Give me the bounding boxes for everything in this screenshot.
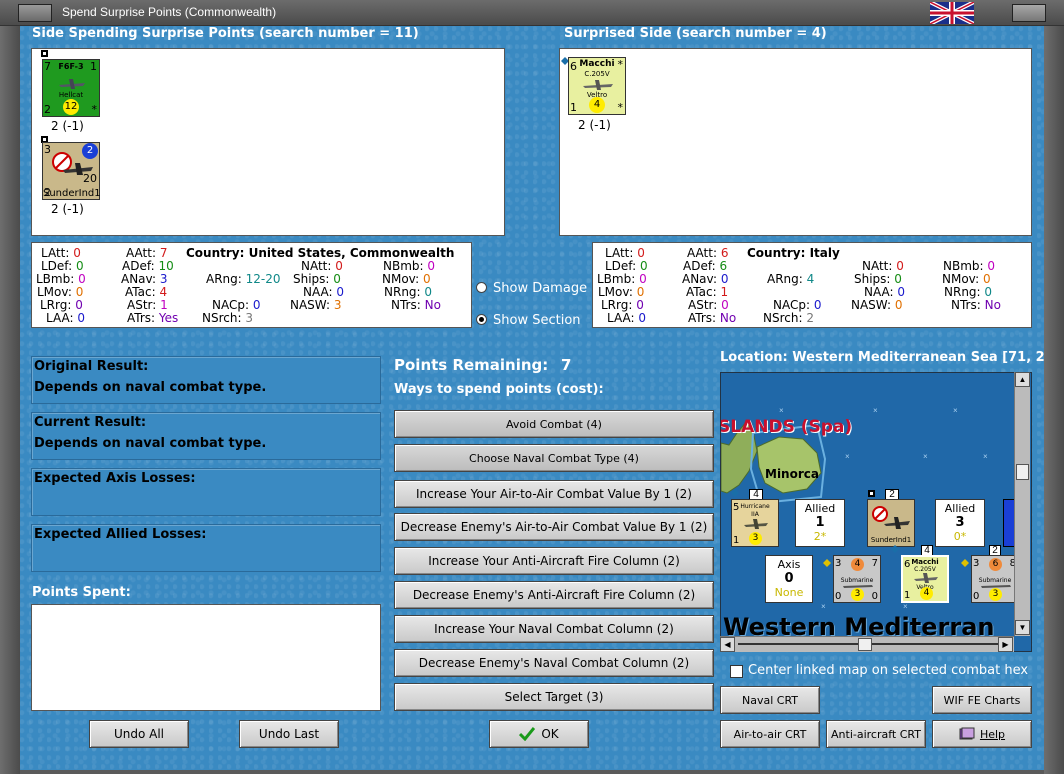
points-remaining-value: 7 — [561, 356, 572, 374]
window-title: Spend Surprise Points (Commonwealth) — [62, 5, 277, 19]
naval-crt-button[interactable]: Naval CRT — [720, 686, 820, 714]
center-map-label: Center linked map on selected combat hex — [748, 663, 1029, 678]
center-map-checkbox[interactable] — [730, 665, 743, 678]
dialog-window: Spend Surprise Points (Commonwealth) Sid… — [0, 0, 1064, 774]
unit-counter-macchi[interactable]: 6 * Macchi C.205V Veltro 1 4 * — [568, 57, 626, 115]
unit-label-hellcat: 2 (-1) — [51, 119, 84, 133]
increase-naval-combat-button[interactable]: Increase Your Naval Combat Column (2) — [394, 615, 714, 643]
points-spent-list[interactable] — [31, 604, 381, 711]
unit-marker-icon — [731, 489, 739, 497]
map-hscroll-thumb[interactable] — [858, 638, 872, 651]
select-target-button[interactable]: Select Target (3) — [394, 683, 714, 711]
radio-off-icon — [476, 282, 487, 293]
client-area: Side Spending Surprise Points (search nu… — [20, 26, 1045, 770]
allied-losses-panel: Expected Allied Losses: — [31, 524, 381, 572]
country-left: Country: United States, Commonwealth — [186, 246, 455, 260]
svg-text:×: × — [821, 602, 826, 611]
unit-marker-icon — [823, 559, 831, 567]
air-to-air-crt-button[interactable]: Air-to-air CRT — [720, 720, 820, 748]
window-frame-right — [1044, 26, 1064, 774]
svg-text:×: × — [923, 452, 928, 461]
points-spent-label: Points Spent: — [32, 585, 131, 600]
points-remaining-label: Points Remaining: — [394, 356, 549, 374]
undo-last-button[interactable]: Undo Last — [239, 720, 339, 748]
unit-marker-icon — [41, 50, 48, 57]
map-axis-box: Axis 0 None — [765, 555, 813, 603]
unit-counter-hellcat[interactable]: 7 1 F6F-3 Hellcat 2 12 * — [42, 59, 100, 117]
map-vscroll-thumb[interactable] — [1016, 464, 1029, 480]
ok-button[interactable]: OK — [489, 720, 589, 748]
map-allied-box-2: Allied 3 0* — [935, 499, 985, 547]
svg-text:×: × — [903, 602, 908, 611]
map-horizontal-scrollbar[interactable]: ◀ ▶ — [720, 636, 1014, 652]
decrease-enemy-air-to-air-button[interactable]: Decrease Enemy's Air-to-Air Combat Value… — [394, 513, 714, 541]
map-unit-submarine-1[interactable]: 3 4 7 Submarine 0 3 0 — [833, 555, 881, 603]
surprised-units-panel: 6 * Macchi C.205V Veltro 1 4 * 2 (-1) — [559, 48, 1032, 236]
map-unit-submarine-2[interactable]: 3 6 8 Submarine 0 3 — [971, 555, 1019, 603]
unit-label-macchi: 2 (-1) — [578, 118, 611, 132]
svg-text:×: × — [873, 406, 878, 415]
current-result-panel: Current Result: Depends on naval combat … — [31, 412, 381, 460]
ways-to-spend-label: Ways to spend points (cost): — [394, 382, 604, 397]
scroll-down-icon[interactable]: ▼ — [1015, 620, 1030, 635]
map-unit-macchi[interactable]: 6 Macchi C.205V Veltro 1 4 — [901, 555, 949, 603]
wif-fe-charts-button[interactable]: WIF FE Charts — [932, 686, 1032, 714]
surprised-side-header: Surprised Side (search number = 4) — [564, 26, 827, 41]
map-view[interactable]: ××× ××× ××× SLANDS (Spa) Minorca Western… — [720, 372, 1032, 652]
title-bar: Spend Surprise Points (Commonwealth) — [0, 0, 1064, 26]
anti-aircraft-crt-button[interactable]: Anti-aircraft CRT — [826, 720, 926, 748]
fighter-plane-icon — [744, 519, 768, 529]
close-button[interactable] — [1012, 4, 1046, 22]
choose-naval-combat-type-button[interactable]: Choose Naval Combat Type (4) — [394, 444, 714, 472]
decrease-enemy-anti-aircraft-button[interactable]: Decrease Enemy's Anti-Aircraft Fire Colu… — [394, 581, 714, 609]
scroll-up-icon[interactable]: ▲ — [1015, 372, 1030, 387]
spending-units-panel: 7 1 F6F-3 Hellcat 2 12 * 2 (-1) 3 2 20 2… — [31, 48, 505, 236]
window-frame-left — [0, 26, 20, 774]
unit-label-sunderland: 2 (-1) — [51, 202, 84, 216]
unit-marker-icon — [891, 545, 899, 553]
scroll-left-icon[interactable]: ◀ — [720, 637, 735, 652]
increase-air-to-air-button[interactable]: Increase Your Air-to-Air Combat Value By… — [394, 480, 714, 508]
map-unit-sunderland[interactable]: SunderInd1 — [867, 499, 915, 547]
radio-on-icon — [476, 314, 487, 325]
show-section-radio[interactable]: Show Section — [476, 313, 581, 328]
checkmark-icon — [519, 727, 536, 741]
map-islands-label: SLANDS (Spa) — [720, 417, 853, 437]
unit-counter-sunderland[interactable]: 3 2 20 2 SunderInd1 — [42, 142, 101, 200]
stats-panel-left: LAtt: 0 LDef: 0 LBmb: 0 LMov: 0 LRrg: 0 … — [31, 242, 472, 328]
map-minorca-label: Minorca — [765, 467, 819, 481]
map-unit-hurricane[interactable]: 5 Hurricane IIA 1 3 — [731, 499, 779, 547]
show-damage-radio[interactable]: Show Damage — [476, 281, 587, 296]
avoid-combat-button[interactable]: Avoid Combat (4) — [394, 410, 714, 438]
uk-flag-icon — [930, 2, 974, 24]
undo-all-button[interactable]: Undo All — [89, 720, 189, 748]
scroll-right-icon[interactable]: ▶ — [998, 637, 1013, 652]
help-book-icon — [959, 727, 975, 740]
fighter-plane-icon — [583, 80, 613, 90]
original-result-panel: Original Result: Depends on naval combat… — [31, 356, 381, 404]
spending-side-header: Side Spending Surprise Points (search nu… — [32, 26, 419, 41]
help-button[interactable]: Help — [932, 720, 1032, 748]
system-menu-button[interactable] — [18, 4, 52, 22]
increase-anti-aircraft-button[interactable]: Increase Your Anti-Aircraft Fire Column … — [394, 547, 714, 575]
location-label: Location: Western Mediterranean Sea [71,… — [720, 350, 1045, 365]
svg-text:×: × — [953, 406, 958, 415]
unit-marker-icon — [961, 559, 969, 567]
decrease-enemy-naval-combat-button[interactable]: Decrease Enemy's Naval Combat Column (2) — [394, 649, 714, 677]
svg-text:×: × — [845, 452, 850, 461]
bomber-plane-icon — [884, 517, 910, 529]
svg-text:×: × — [779, 406, 784, 415]
stats-panel-right: LAtt: 0 LDef: 0 LBmb: 0 LMov: 0 LRrg: 0 … — [592, 242, 1032, 328]
axis-losses-panel: Expected Axis Losses: — [31, 468, 381, 516]
map-allied-box-1: Allied 1 2* — [795, 499, 845, 547]
country-right: Country: Italy — [747, 246, 840, 260]
fighter-plane-icon — [59, 79, 85, 89]
svg-text:×: × — [983, 452, 988, 461]
fighter-plane-icon — [914, 573, 938, 583]
map-vertical-scrollbar[interactable]: ▲ ▼ — [1014, 372, 1030, 636]
unit-marker-icon — [868, 490, 875, 497]
